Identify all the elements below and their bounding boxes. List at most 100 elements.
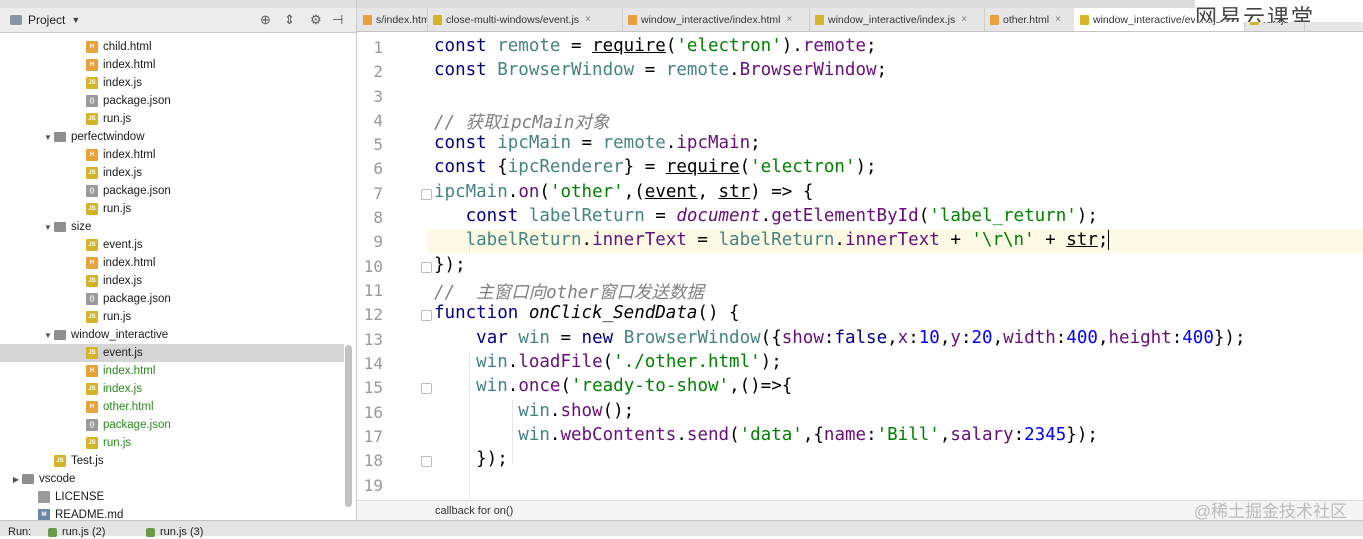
tree-file[interactable]: {} package.json	[0, 290, 344, 308]
tree-item-label: run.js	[103, 437, 132, 449]
project-tree-scrollbar[interactable]	[345, 345, 352, 507]
tree-file[interactable]: Hindex.html	[0, 362, 344, 380]
tree-file[interactable]: Hindex.html	[0, 254, 344, 272]
html-file-icon: H	[86, 59, 98, 71]
tree-file[interactable]: {} package.json	[0, 92, 344, 110]
editor-tab-label[interactable]: window_interactive/index.js	[828, 14, 955, 26]
tree-file[interactable]: JS event.js	[0, 344, 344, 362]
fold-marker-icon[interactable]	[421, 189, 432, 200]
run-tab-label[interactable]: run.js (2)	[62, 526, 105, 538]
editor-tab-label[interactable]: window_interactive/index.html	[641, 14, 780, 26]
chevron-right-icon[interactable]: ▶	[10, 475, 22, 484]
tree-file[interactable]: Hindex.html	[0, 56, 344, 74]
code-line-16: win.show();	[518, 401, 635, 421]
file-type-icon	[990, 14, 999, 25]
editor-tab-label[interactable]: s/index.html	[376, 14, 427, 26]
editor-tab-label[interactable]: close-multi-windows/event.js	[446, 14, 579, 26]
js-file-icon: JS	[86, 275, 98, 287]
tree-file[interactable]: JS run.js	[0, 110, 344, 128]
tree-folder[interactable]: ▼ size	[0, 218, 344, 236]
code-line-1: const remote = require('electron').remot…	[434, 36, 877, 56]
tree-file[interactable]: Hchild.html	[0, 38, 344, 56]
run-config-icon	[48, 527, 57, 537]
project-panel-title[interactable]: Project	[28, 13, 65, 27]
tree-file[interactable]: Hindex.html	[0, 146, 344, 164]
fold-marker-icon[interactable]	[421, 383, 432, 394]
tree-folder[interactable]: ▼ perfectwindow	[0, 128, 344, 146]
chevron-down-icon[interactable]: ▼	[42, 331, 54, 340]
code-line-5: const ipcMain = remote.ipcMain;	[434, 133, 761, 153]
editor-tab[interactable]: s/index.html×	[357, 8, 428, 31]
line-number: 8	[373, 208, 383, 227]
tree-file[interactable]: LICENSE	[0, 488, 344, 506]
editor-tab-label[interactable]: other.html	[1003, 14, 1049, 26]
html-file-icon: H	[86, 257, 98, 269]
code-line-2: const BrowserWindow = remote.BrowserWind…	[434, 60, 888, 80]
run-label: Run:	[8, 526, 32, 538]
html-file-icon: H	[86, 401, 98, 413]
js-file-icon: JS	[86, 167, 98, 179]
tree-file[interactable]: {} package.json	[0, 182, 344, 200]
tree-item-label: index.html	[103, 257, 156, 269]
locate-icon[interactable]: ⊕	[260, 12, 271, 28]
run-tab[interactable]: run.js (2)	[48, 525, 105, 539]
line-number: 14	[363, 354, 383, 373]
line-number: 5	[373, 135, 383, 154]
tree-file[interactable]: JS event.js	[0, 236, 344, 254]
tree-file[interactable]: JS run.js	[0, 200, 344, 218]
fold-marker-icon[interactable]	[421, 310, 432, 321]
tree-file[interactable]: M README.md	[0, 506, 344, 520]
code-line-12: function onClick_SendData() {	[434, 303, 740, 323]
project-panel-header[interactable]: Project ▼ ⊕ ⇕ ⚙ ⊣	[0, 8, 356, 33]
chevron-down-icon[interactable]: ▼	[71, 15, 80, 25]
tree-file[interactable]: JS Test.js	[0, 452, 344, 470]
breadcrumb-text[interactable]: callback for on()	[435, 505, 513, 517]
line-number: 13	[363, 330, 383, 349]
tree-file[interactable]: JS index.js	[0, 272, 344, 290]
folder-file-icon	[22, 474, 34, 484]
run-tab[interactable]: run.js (3)	[146, 525, 203, 539]
line-number: 1	[373, 38, 383, 57]
editor-tab[interactable]: window_interactive/index.js ×	[809, 8, 985, 31]
tree-file[interactable]: JS index.js	[0, 74, 344, 92]
close-icon[interactable]: ×	[961, 14, 967, 25]
tree-file[interactable]: JS index.js	[0, 380, 344, 398]
editor-tab[interactable]: close-multi-windows/event.js ×	[427, 8, 623, 31]
code-line-6: const {ipcRenderer} = require('electron'…	[434, 157, 877, 177]
tree-file[interactable]: JS run.js	[0, 434, 344, 452]
chevron-down-icon[interactable]: ▼	[42, 133, 54, 142]
chevron-down-icon[interactable]: ▼	[42, 223, 54, 232]
editor-tab[interactable]: window_interactive/index.html ×	[622, 8, 810, 31]
gear-icon[interactable]: ⚙	[310, 12, 322, 28]
tree-file[interactable]: Hother.html	[0, 398, 344, 416]
tree-file[interactable]: JS index.js	[0, 164, 344, 182]
hide-panel-icon[interactable]: ⊣	[332, 12, 343, 28]
collapse-icon[interactable]: ⇕	[284, 12, 295, 28]
fold-marker-icon[interactable]	[421, 262, 432, 273]
tree-item-label: other.html	[103, 401, 154, 413]
tree-folder[interactable]: ▶ vscode	[0, 470, 344, 488]
close-icon[interactable]: ×	[1055, 14, 1061, 25]
code-line-7: ipcMain.on('other',(event, str) => {	[434, 182, 814, 202]
code-line-10: });	[434, 255, 466, 275]
tree-file[interactable]: {} package.json	[0, 416, 344, 434]
code-editor[interactable]: 1 2 3 4 5 6 7 8 9 10 11 12 13 14 15 16 17 18 19 const remo…	[357, 32, 1363, 512]
js-file-icon: JS	[86, 383, 98, 395]
fold-marker-icon[interactable]	[421, 456, 432, 467]
close-icon[interactable]: ×	[786, 14, 792, 25]
line-number: 4	[373, 111, 383, 130]
tree-file[interactable]: JS run.js	[0, 308, 344, 326]
tree-item-label: LICENSE	[55, 491, 105, 503]
editor-tab[interactable]: other.html ×	[984, 8, 1075, 31]
tree-item-label: Test.js	[71, 455, 104, 467]
tree-item-label: index.js	[103, 383, 142, 395]
tree-item-label: index.html	[103, 365, 156, 377]
tree-item-label: vscode	[39, 473, 76, 485]
tree-item-label: package.json	[103, 293, 171, 305]
close-icon[interactable]: ×	[585, 14, 591, 25]
folder-file-icon	[54, 132, 66, 142]
js-file-icon: JS	[86, 113, 98, 125]
run-tab-label[interactable]: run.js (3)	[160, 526, 203, 538]
tree-folder[interactable]: ▼ window_interactive	[0, 326, 344, 344]
txt-file-icon	[38, 491, 50, 503]
